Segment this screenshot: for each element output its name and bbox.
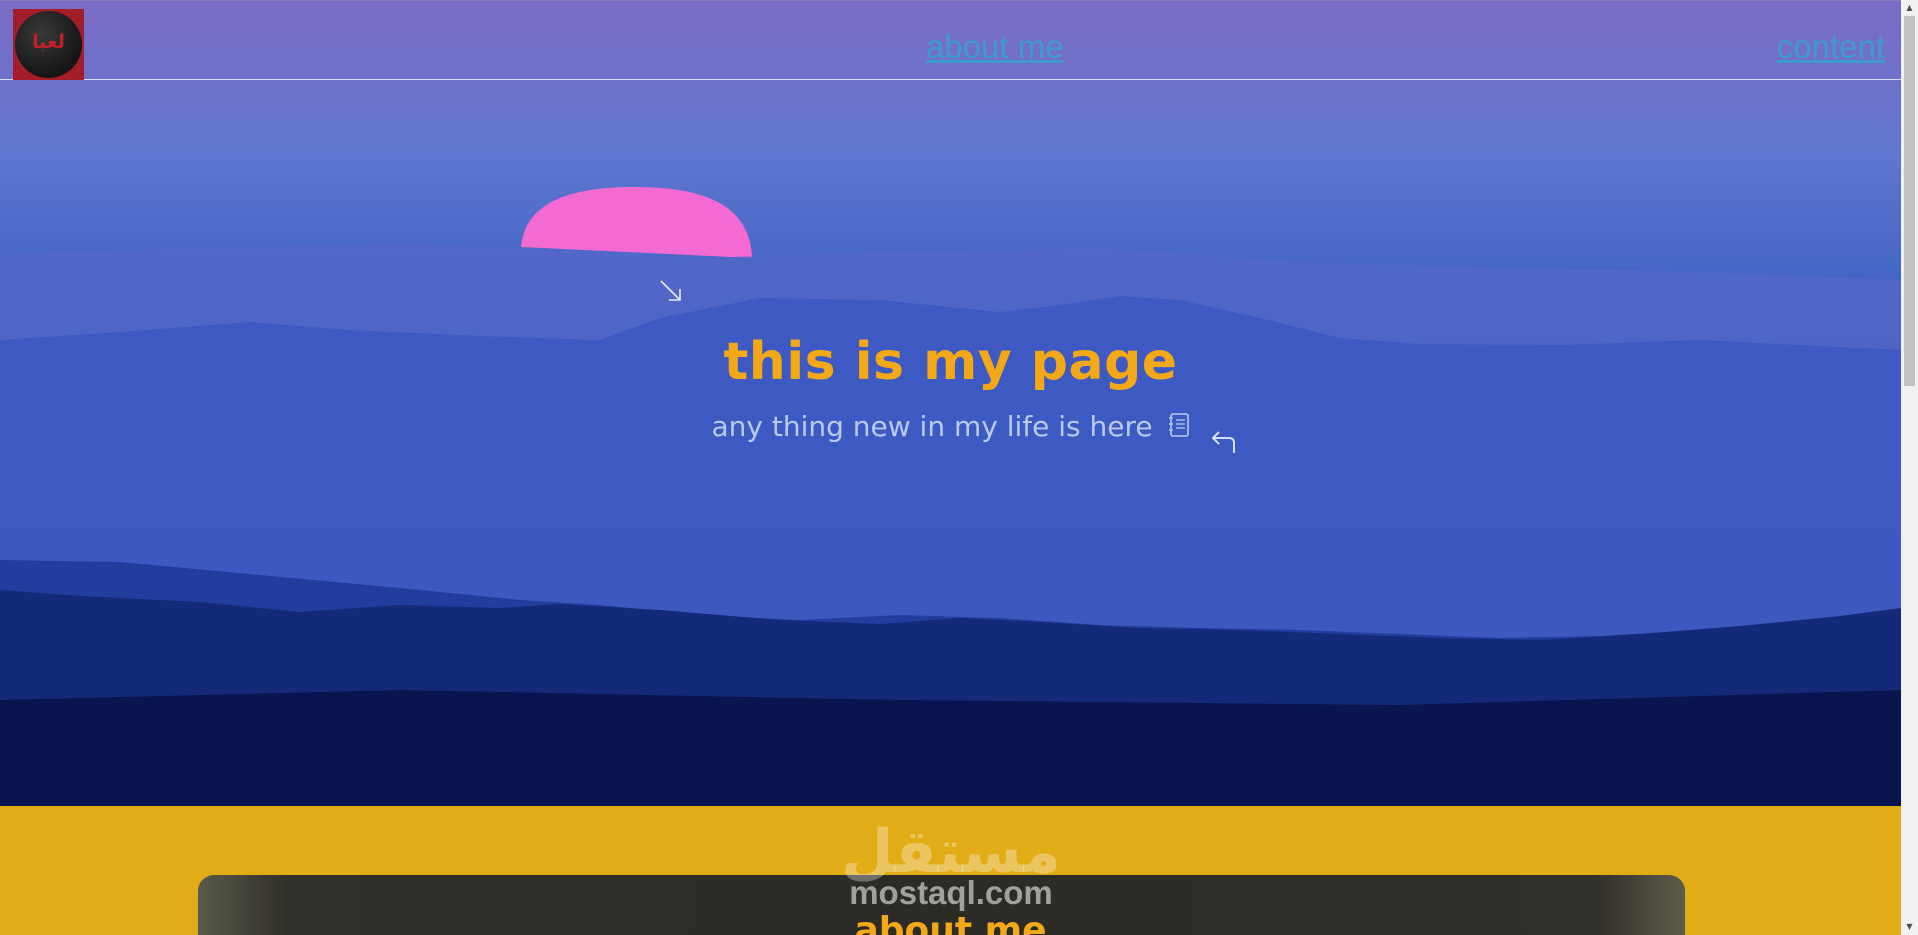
hero-subtitle: any thing new in my life is here bbox=[711, 410, 1153, 443]
hero-section: لعبا about me content this is my page an… bbox=[0, 0, 1901, 806]
nav-link-about-me[interactable]: about me bbox=[926, 28, 1064, 66]
about-section-title: about me bbox=[854, 910, 1047, 935]
foreground-shadow bbox=[0, 690, 1901, 806]
sun-shape bbox=[521, 186, 752, 258]
arrow-return-left-icon bbox=[1211, 431, 1235, 453]
hero-subtitle-row: any thing new in my life is here bbox=[0, 410, 1901, 443]
notebook-icon bbox=[1168, 413, 1189, 437]
scroll-down-arrow-icon[interactable]: ▼ bbox=[1901, 919, 1918, 935]
scroll-up-arrow-icon[interactable]: ▲ bbox=[1901, 0, 1918, 16]
logo-text: لعبا bbox=[32, 31, 65, 53]
arrow-down-right-icon bbox=[660, 280, 681, 301]
hero-title: this is my page bbox=[723, 332, 1178, 392]
site-logo[interactable]: لعبا bbox=[13, 9, 84, 80]
watermark-url: mostaql.com bbox=[849, 874, 1053, 911]
scrollbar-thumb[interactable] bbox=[1904, 16, 1915, 386]
page-viewport: لعبا about me content this is my page an… bbox=[0, 0, 1901, 935]
sunset-background-image bbox=[0, 186, 1901, 806]
nav-link-content[interactable]: content bbox=[1777, 28, 1885, 66]
top-navbar: لعبا about me content bbox=[0, 0, 1901, 80]
vertical-scrollbar[interactable]: ▲ ▼ bbox=[1901, 0, 1918, 935]
